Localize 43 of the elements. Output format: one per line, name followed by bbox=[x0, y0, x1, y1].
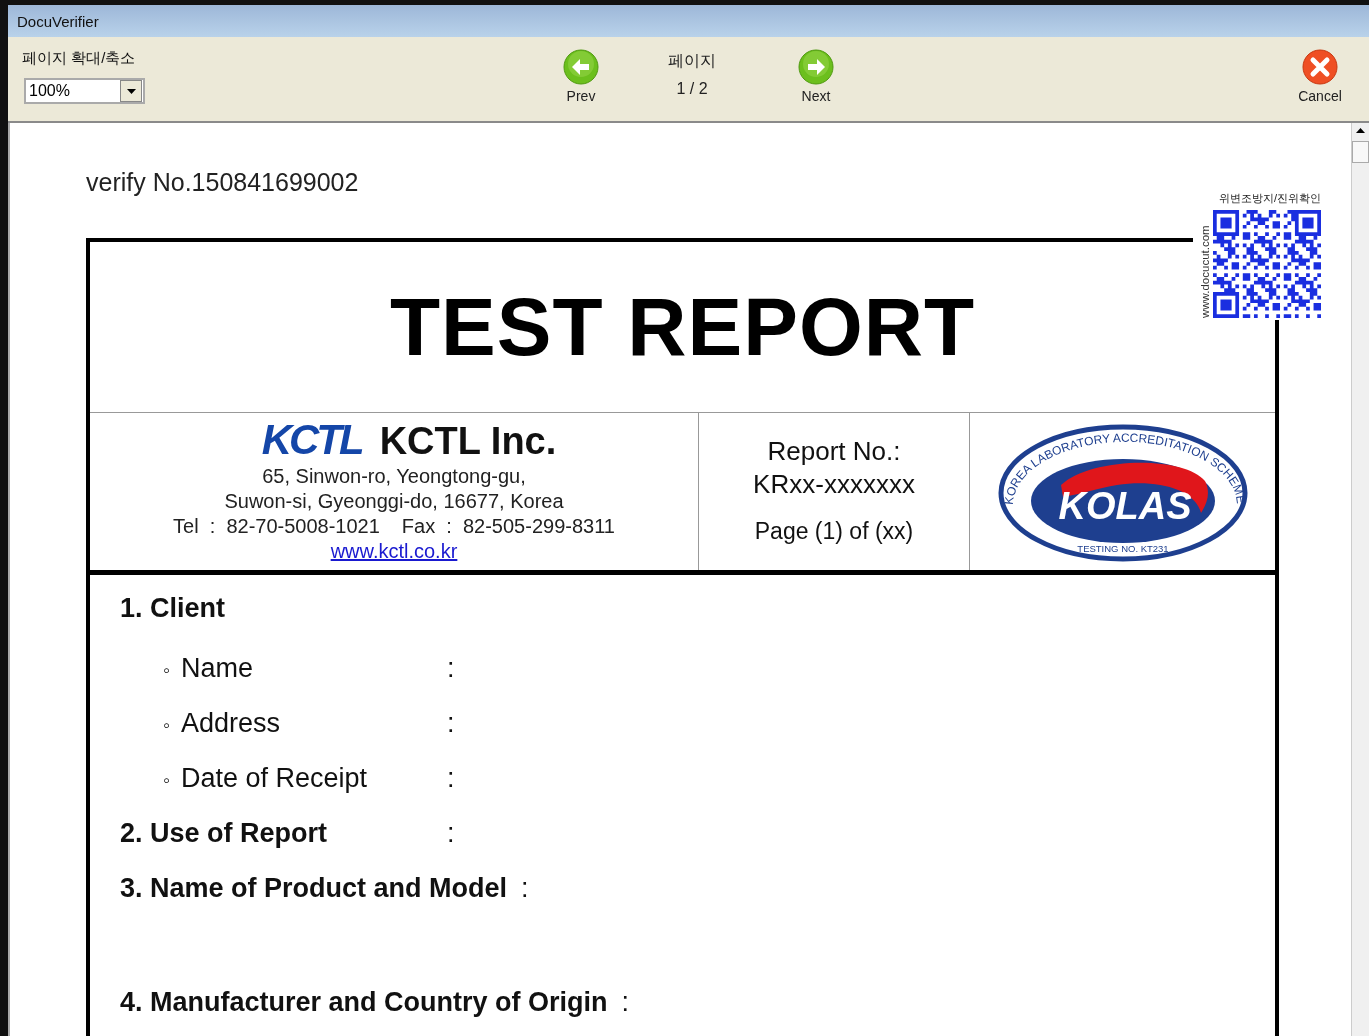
vertical-scrollbar[interactable] bbox=[1351, 123, 1369, 1036]
bullet: ◦ bbox=[163, 659, 172, 682]
field-label: Address bbox=[181, 708, 282, 739]
section-heading: 1. Client bbox=[120, 593, 226, 624]
report-number: KRxx-xxxxxxx bbox=[753, 468, 915, 501]
zoom-dropdown[interactable]: 100% bbox=[24, 78, 145, 104]
cancel-button[interactable]: Cancel bbox=[1290, 37, 1350, 104]
field-label: Date of Receipt bbox=[181, 763, 369, 794]
page-count: Page (1) of (xx) bbox=[754, 517, 914, 546]
window-title: DocuVerifier bbox=[17, 12, 99, 30]
page-counter: 1 / 2 bbox=[676, 80, 708, 98]
verify-number: verify No.150841699002 bbox=[86, 168, 359, 196]
qr-caption: 위변조방지/진위확인 bbox=[1218, 191, 1321, 206]
dropdown-arrow-icon bbox=[126, 88, 136, 94]
address-line: Suwon-si, Gyeonggi-do, 16677, Korea bbox=[224, 489, 564, 514]
qr-url: www.docucut.com bbox=[1198, 206, 1212, 318]
company-name: KCTL Inc. bbox=[379, 419, 557, 464]
close-icon bbox=[1302, 49, 1338, 85]
logo-wordmark: KCTL bbox=[261, 417, 362, 463]
section-heading: 3. Name of Product and Model bbox=[120, 873, 508, 904]
scroll-up-arrow-icon[interactable] bbox=[1356, 128, 1365, 133]
field-separator: : bbox=[447, 653, 455, 684]
next-button[interactable]: Next bbox=[786, 37, 846, 104]
website-link[interactable]: www.kctl.co.kr bbox=[330, 539, 458, 564]
bullet: ◦ bbox=[163, 769, 172, 792]
field-label: Name bbox=[181, 653, 255, 684]
bullet: ◦ bbox=[163, 714, 172, 737]
zoom-label: 페이지 확대/축소 bbox=[22, 49, 137, 68]
prev-button[interactable]: Prev bbox=[551, 37, 611, 104]
field-separator: : bbox=[447, 763, 455, 794]
field-separator: : bbox=[621, 987, 630, 1018]
page-label: 페이지 bbox=[668, 51, 716, 71]
report-number-label: Report No.: bbox=[767, 435, 901, 468]
phone-number: Tel : 82-70-5008-1021 bbox=[173, 514, 380, 539]
field-separator: : bbox=[447, 708, 455, 739]
fax-number: Fax : 82-505-299-8311 bbox=[401, 514, 615, 539]
section-heading: 4. Manufacturer and Country of Origin bbox=[120, 987, 608, 1018]
section-heading: 2. Use of Report bbox=[120, 818, 329, 849]
scrollbar-thumb[interactable] bbox=[1352, 141, 1369, 163]
report-title: TEST REPORT bbox=[389, 280, 975, 374]
field-separator: : bbox=[521, 873, 529, 904]
field-separator: : bbox=[447, 818, 455, 849]
address-line: 65, Sinwon-ro, Yeongtong-gu, bbox=[262, 464, 526, 489]
